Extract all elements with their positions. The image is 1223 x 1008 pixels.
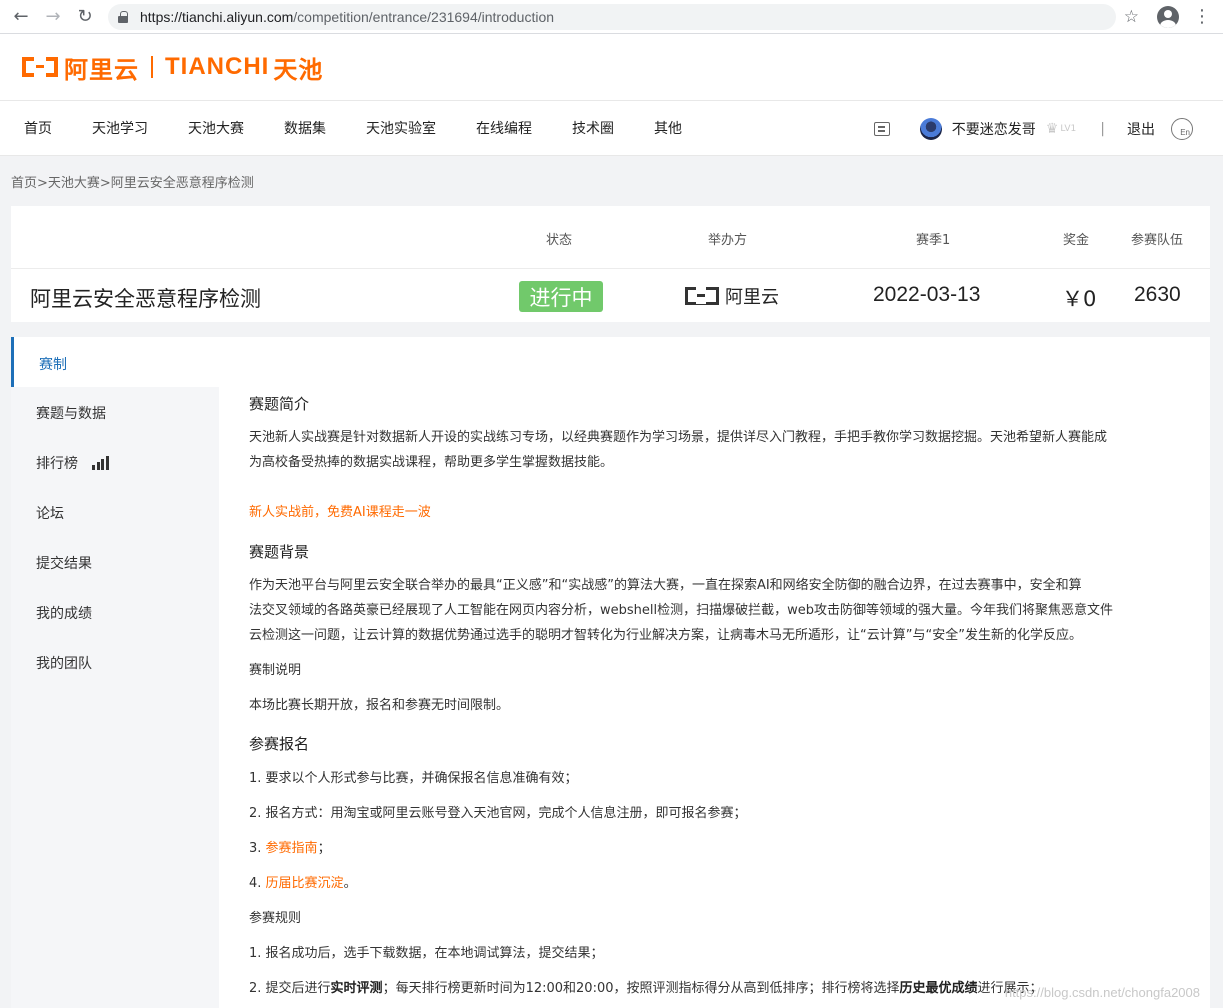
user-area: 不要迷恋发哥 ♛ LV1 | 退出 En: [873, 101, 1193, 157]
section-title-intro: 赛题简介: [249, 395, 310, 413]
header-prize: 奖金: [1063, 233, 1090, 248]
competition-value-row: 阿里云安全恶意程序检测 进行中 阿里云 2022-03-13 ￥0 2630: [11, 269, 1210, 321]
status-badge: 进行中: [519, 281, 603, 312]
account-icon[interactable]: [1157, 5, 1179, 28]
header-season: 赛季1: [916, 233, 951, 248]
signup-item-4-number: 4.: [249, 876, 266, 891]
nav-separator: |: [1100, 121, 1105, 137]
sidebar-item-label: 我的成绩: [36, 606, 92, 622]
url-text: https://tianchi.aliyun.com/competition/e…: [140, 9, 554, 25]
nav-item-competitions[interactable]: 天池大赛: [188, 118, 244, 138]
competition-content: 赛制 赛题与数据 排行榜 论坛 提交结果 我的成绩 我的团队 赛题简介 天池新人…: [11, 337, 1210, 1008]
section-title-signup: 参赛报名: [249, 735, 310, 753]
season-date: 2022-03-13: [873, 283, 981, 306]
forward-arrow-icon[interactable]: →: [40, 4, 66, 30]
language-label: En: [1180, 128, 1190, 137]
back-arrow-icon[interactable]: ←: [8, 4, 34, 30]
url-host: https://tianchi.aliyun.com: [140, 8, 294, 25]
rules-paragraph: 本场比赛长期开放，报名和参赛无时间限制。: [249, 698, 510, 713]
nav-item-learning[interactable]: 天池学习: [92, 118, 148, 138]
sidebar: 赛题与数据 排行榜 论坛 提交结果 我的成绩 我的团队: [11, 387, 219, 1008]
signup-item-1: 1. 要求以个人形式参与比赛，并确保报名信息准确有效；: [249, 771, 578, 786]
sidebar-item-label: 论坛: [36, 506, 64, 522]
section-title-participation-rules: 参赛规则: [249, 911, 302, 926]
bookmark-star-icon[interactable]: ☆: [1124, 7, 1139, 27]
breadcrumb[interactable]: 首页>天池大赛>阿里云安全恶意程序检测: [11, 172, 254, 191]
intro-paragraph-line2: 为高校备受热捧的数据实战课程，帮助更多学生掌握数据技能。: [249, 455, 614, 470]
tab-rules[interactable]: 赛制: [11, 337, 219, 387]
aliyun-bracket-icon: [22, 57, 58, 77]
section-title-background: 赛题背景: [249, 543, 310, 561]
nav-item-datasets[interactable]: 数据集: [284, 118, 326, 138]
nav-item-online-coding[interactable]: 在线编程: [476, 118, 532, 138]
background-line1: 作为天池平台与阿里云安全联合举办的最具“正义感”和“实战感”的算法大赛，一直在探…: [249, 578, 1082, 593]
competition-header-row: 状态 举办方 赛季1 奖金 参赛队伍: [11, 206, 1210, 269]
sidebar-item-label: 提交结果: [36, 556, 92, 572]
header-organizer: 举办方: [708, 233, 748, 248]
logout-link[interactable]: 退出: [1127, 119, 1155, 139]
sidebar-item-my-scores[interactable]: 我的成绩: [36, 603, 92, 623]
rule-2-best-score: 历史最优成绩: [899, 981, 978, 996]
header-teams: 参赛队伍: [1131, 233, 1184, 248]
participation-rule-1: 1. 报名成功后，选手下载数据，在本地调试算法，提交结果；: [249, 946, 604, 961]
signup-item-3-number: 3.: [249, 841, 266, 856]
avatar[interactable]: [919, 118, 942, 140]
signup-item-4-punct: 。: [343, 876, 357, 891]
header-status: 状态: [546, 233, 573, 248]
logo-divider: [151, 56, 153, 78]
level-badge: LV1: [1060, 124, 1077, 134]
lock-icon: [118, 10, 128, 23]
signup-item-3-punct: ；: [317, 841, 331, 856]
url-path: /competition/entrance/231694/introductio…: [293, 8, 555, 25]
teams-count: 2630: [1134, 283, 1181, 306]
past-competitions-link[interactable]: 历届比赛沉淀: [266, 876, 344, 891]
intro-paragraph-line1: 天池新人实战赛是针对数据新人开设的实战练习专场，以经典赛题作为学习场景，提供详尽…: [249, 430, 1108, 445]
rule-2-realtime: 实时评测: [330, 981, 383, 996]
sidebar-item-leaderboard[interactable]: 排行榜: [36, 453, 110, 473]
username[interactable]: 不要迷恋发哥: [952, 119, 1036, 139]
prize-value: ￥0: [1062, 287, 1097, 311]
organizer-logo: 阿里云: [685, 283, 779, 309]
sidebar-item-problem-data[interactable]: 赛题与数据: [36, 403, 106, 423]
watermark: https://blog.csdn.net/chongfa2008: [1004, 985, 1200, 1000]
nav-item-home[interactable]: 首页: [24, 118, 52, 138]
signup-item-3: 3. 参赛指南；: [249, 836, 1179, 861]
sidebar-item-label: 排行榜: [36, 456, 78, 472]
signup-item-2: 2. 报名方式：用淘宝或阿里云账号登入天池官网，完成个人信息注册，即可报名参赛；: [249, 806, 747, 821]
site-header: 阿里云 TIANCHI 天池: [0, 34, 1223, 100]
tianchi-logo[interactable]: 阿里云 TIANCHI 天池: [22, 50, 323, 85]
section-title-rules: 赛制说明: [249, 663, 302, 678]
competition-summary: 状态 举办方 赛季1 奖金 参赛队伍 阿里云安全恶意程序检测 进行中 阿里云 2…: [11, 206, 1210, 322]
background-line2: 法交叉领域的各路英豪已经展现了人工智能在网页内容分析，webshell检测，扫描…: [249, 603, 1113, 618]
bar-chart-icon: [92, 456, 110, 470]
rule-2-text-a: 2. 提交后进行: [249, 981, 331, 996]
reload-icon[interactable]: ↻: [72, 4, 98, 30]
rule-2-text-c: ；每天排行榜更新时间为12:00和20:00，按照评测指标得分从高到低排序；排行…: [382, 981, 900, 996]
sidebar-item-label: 我的团队: [36, 656, 92, 672]
crown-icon: ♛: [1045, 121, 1059, 137]
participation-guide-link[interactable]: 参赛指南: [266, 841, 318, 856]
menu-kebab-icon[interactable]: ⋮: [1193, 6, 1211, 27]
language-switch-icon[interactable]: En: [1171, 118, 1193, 140]
organizer-name: 阿里云: [725, 287, 779, 308]
nav-item-tech-circle[interactable]: 技术圈: [572, 118, 614, 138]
logo-tianchi-text: TIANCHI: [165, 53, 270, 80]
main-nav: 首页 天池学习 天池大赛 数据集 天池实验室 在线编程 技术圈 其他 不要迷恋发…: [0, 100, 1223, 156]
competition-title: 阿里云安全恶意程序检测: [30, 287, 261, 311]
sidebar-item-submit[interactable]: 提交结果: [36, 553, 92, 573]
sidebar-item-forum[interactable]: 论坛: [36, 503, 64, 523]
logo-tianchi-cn-text: 天池: [273, 55, 324, 84]
background-line3: 云检测这一问题，让云计算的数据优势通过选手的聪明才智转化为行业解决方案，让病毒木…: [249, 628, 1082, 643]
browser-toolbar: ← → ↻ https://tianchi.aliyun.com/competi…: [0, 0, 1223, 34]
signup-item-4: 4. 历届比赛沉淀。: [249, 871, 1179, 896]
address-bar[interactable]: https://tianchi.aliyun.com/competition/e…: [108, 3, 1116, 30]
message-icon[interactable]: [873, 122, 890, 136]
logo-aliyun-text: 阿里云: [64, 55, 139, 84]
free-ai-course-link[interactable]: 新人实战前，免费AI课程走一波: [249, 500, 1179, 525]
sidebar-item-label: 赛题与数据: [36, 406, 106, 422]
nav-item-other[interactable]: 其他: [654, 118, 682, 138]
sidebar-item-my-team[interactable]: 我的团队: [36, 653, 92, 673]
nav-item-lab[interactable]: 天池实验室: [366, 118, 436, 138]
aliyun-bracket-icon: [685, 286, 719, 305]
